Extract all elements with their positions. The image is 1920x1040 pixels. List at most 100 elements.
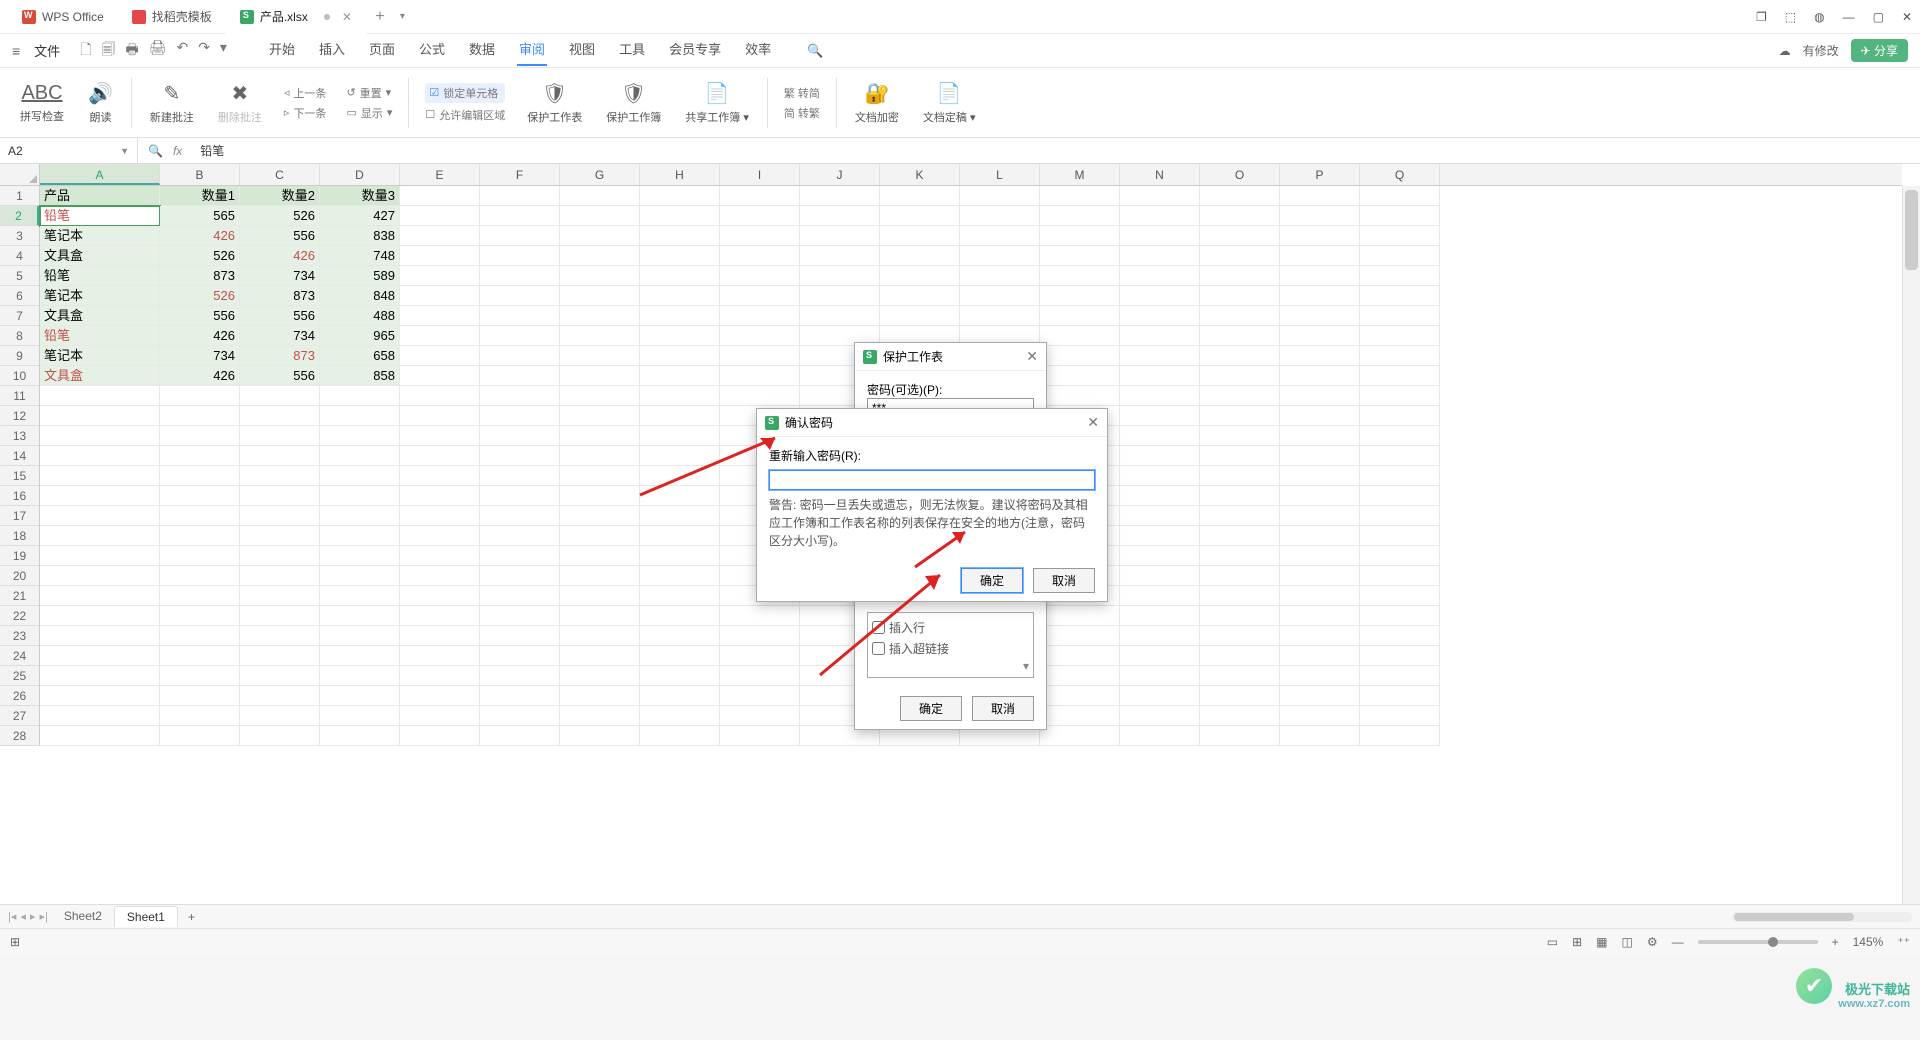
cell-A24[interactable]: [40, 646, 160, 666]
finalize-button[interactable]: 📄文档定稿 ▾: [913, 68, 986, 137]
cell-D9[interactable]: 658: [320, 346, 400, 366]
row-header-4[interactable]: 4: [0, 246, 39, 266]
cell-C1[interactable]: 数量2: [240, 186, 320, 206]
cell-E20[interactable]: [400, 566, 480, 586]
cell-J1[interactable]: [800, 186, 880, 206]
formula-input[interactable]: 铅笔: [192, 142, 1920, 159]
cell-F4[interactable]: [480, 246, 560, 266]
cell-Q14[interactable]: [1360, 446, 1440, 466]
quick-icon-4[interactable]: ↶: [176, 39, 188, 63]
cell-N11[interactable]: [1120, 386, 1200, 406]
cell-F28[interactable]: [480, 726, 560, 746]
row-header-28[interactable]: 28: [0, 726, 39, 746]
cell-F1[interactable]: [480, 186, 560, 206]
cell-E28[interactable]: [400, 726, 480, 746]
cell-F9[interactable]: [480, 346, 560, 366]
cell-F6[interactable]: [480, 286, 560, 306]
cell-G15[interactable]: [560, 466, 640, 486]
cell-M25[interactable]: [1040, 666, 1120, 686]
cell-Q19[interactable]: [1360, 546, 1440, 566]
cell-C13[interactable]: [240, 426, 320, 446]
scroll-thumb[interactable]: [1734, 913, 1854, 921]
cell-B9[interactable]: 734: [160, 346, 240, 366]
permission-list[interactable]: 插入行 插入超链接 ▾: [867, 612, 1034, 678]
cell-O5[interactable]: [1200, 266, 1280, 286]
cell-C23[interactable]: [240, 626, 320, 646]
cell-P16[interactable]: [1280, 486, 1360, 506]
tabs-more-icon[interactable]: ▾: [400, 11, 405, 22]
row-header-20[interactable]: 20: [0, 566, 39, 586]
cell-A6[interactable]: 笔记本: [40, 286, 160, 306]
cell-K3[interactable]: [880, 226, 960, 246]
cell-D18[interactable]: [320, 526, 400, 546]
row-header-22[interactable]: 22: [0, 606, 39, 626]
cell-H27[interactable]: [640, 706, 720, 726]
tab-wps[interactable]: WPS Office: [8, 0, 118, 34]
menu-会员专享[interactable]: 会员专享: [667, 35, 723, 66]
cell-I26[interactable]: [720, 686, 800, 706]
cell-B14[interactable]: [160, 446, 240, 466]
row-header-10[interactable]: 10: [0, 366, 39, 386]
cell-H28[interactable]: [640, 726, 720, 746]
row-header-25[interactable]: 25: [0, 666, 39, 686]
cell-O8[interactable]: [1200, 326, 1280, 346]
cell-K1[interactable]: [880, 186, 960, 206]
select-all-corner[interactable]: [0, 164, 40, 186]
cell-A25[interactable]: [40, 666, 160, 686]
row-header-15[interactable]: 15: [0, 466, 39, 486]
cell-G20[interactable]: [560, 566, 640, 586]
cell-H1[interactable]: [640, 186, 720, 206]
cell-B10[interactable]: 426: [160, 366, 240, 386]
quick-icon-1[interactable]: 🗐: [101, 39, 115, 63]
cell-A18[interactable]: [40, 526, 160, 546]
cell-I22[interactable]: [720, 606, 800, 626]
cell-C27[interactable]: [240, 706, 320, 726]
check-insert-hyperlink[interactable]: 插入超链接: [872, 638, 1029, 659]
cell-D28[interactable]: [320, 726, 400, 746]
cell-I23[interactable]: [720, 626, 800, 646]
cell-N26[interactable]: [1120, 686, 1200, 706]
row-header-23[interactable]: 23: [0, 626, 39, 646]
cell-C22[interactable]: [240, 606, 320, 626]
cell-M3[interactable]: [1040, 226, 1120, 246]
cell-B17[interactable]: [160, 506, 240, 526]
cell-D6[interactable]: 848: [320, 286, 400, 306]
cell-G7[interactable]: [560, 306, 640, 326]
cell-A7[interactable]: 文具盒: [40, 306, 160, 326]
cell-B26[interactable]: [160, 686, 240, 706]
cell-O1[interactable]: [1200, 186, 1280, 206]
close-tab-icon[interactable]: ✕: [342, 10, 352, 24]
cell-E23[interactable]: [400, 626, 480, 646]
cell-I5[interactable]: [720, 266, 800, 286]
cell-C16[interactable]: [240, 486, 320, 506]
cell-E25[interactable]: [400, 666, 480, 686]
cell-Q18[interactable]: [1360, 526, 1440, 546]
cell-I4[interactable]: [720, 246, 800, 266]
lock-cell-button[interactable]: ☑ 锁定单元格: [425, 83, 505, 103]
cell-H24[interactable]: [640, 646, 720, 666]
col-header-J[interactable]: J: [800, 164, 880, 185]
cell-O3[interactable]: [1200, 226, 1280, 246]
cell-N27[interactable]: [1120, 706, 1200, 726]
cell-M24[interactable]: [1040, 646, 1120, 666]
cancel-button[interactable]: 取消: [972, 696, 1034, 721]
cell-L7[interactable]: [960, 306, 1040, 326]
cell-C20[interactable]: [240, 566, 320, 586]
cell-F5[interactable]: [480, 266, 560, 286]
menu-公式[interactable]: 公式: [417, 35, 447, 66]
cell-F14[interactable]: [480, 446, 560, 466]
cell-O22[interactable]: [1200, 606, 1280, 626]
cell-E26[interactable]: [400, 686, 480, 706]
cell-I7[interactable]: [720, 306, 800, 326]
cell-L4[interactable]: [960, 246, 1040, 266]
cell-P11[interactable]: [1280, 386, 1360, 406]
cell-B18[interactable]: [160, 526, 240, 546]
cell-N22[interactable]: [1120, 606, 1200, 626]
cell-J5[interactable]: [800, 266, 880, 286]
stack-icon[interactable]: ❐: [1756, 10, 1767, 24]
cell-G4[interactable]: [560, 246, 640, 266]
cell-M7[interactable]: [1040, 306, 1120, 326]
cell-C9[interactable]: 873: [240, 346, 320, 366]
cell-E3[interactable]: [400, 226, 480, 246]
cell-A13[interactable]: [40, 426, 160, 446]
